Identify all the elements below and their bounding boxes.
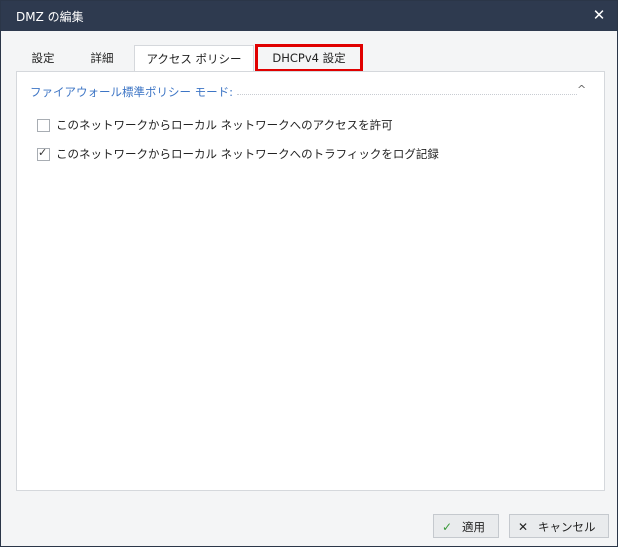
title-bar: DMZ の編集 ✕ xyxy=(1,1,617,31)
option-label: このネットワークからローカル ネットワークへのトラフィックをログ記録 xyxy=(56,147,439,161)
tab-dhcpv4-settings[interactable]: DHCPv4 設定 xyxy=(255,44,363,72)
check-icon: ✓ xyxy=(442,520,453,534)
section-divider xyxy=(237,94,577,95)
apply-label: 適用 xyxy=(462,520,485,534)
close-icon[interactable]: ✕ xyxy=(589,5,609,25)
tab-details[interactable]: 詳細 xyxy=(74,45,130,71)
dialog-title: DMZ の編集 xyxy=(16,10,84,24)
cancel-button[interactable]: ✕ キャンセル xyxy=(509,514,609,538)
apply-button[interactable]: ✓ 適用 xyxy=(433,514,499,538)
checkbox-allow-local-access[interactable] xyxy=(37,119,50,132)
close-icon: ✕ xyxy=(518,520,529,534)
section-title: ファイアウォール標準ポリシー モード: xyxy=(30,85,234,99)
tab-settings[interactable]: 設定 xyxy=(16,45,70,71)
collapse-icon[interactable]: ^ xyxy=(577,83,586,96)
checkbox-log-traffic[interactable]: ✓ xyxy=(37,146,50,161)
edit-dmz-dialog: DMZ の編集 ✕ 設定 詳細 アクセス ポリシー DHCPv4 設定 ファイア… xyxy=(0,0,618,547)
tab-access-policy[interactable]: アクセス ポリシー xyxy=(134,45,254,73)
check-icon: ✓ xyxy=(38,146,48,159)
cancel-label: キャンセル xyxy=(538,520,596,534)
option-label: このネットワークからローカル ネットワークへのアクセスを許可 xyxy=(56,118,393,132)
access-policy-panel: ファイアウォール標準ポリシー モード: ^ このネットワークからローカル ネット… xyxy=(16,71,605,491)
